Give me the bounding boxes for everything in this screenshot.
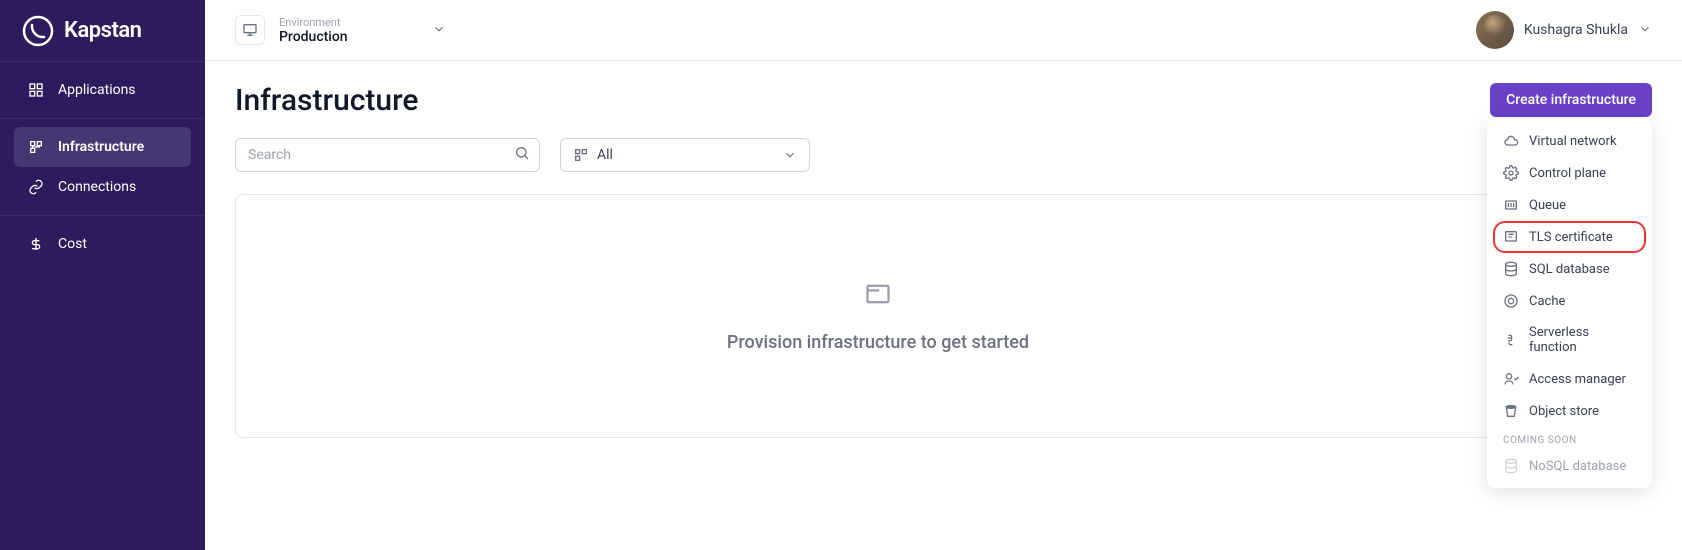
chevron-down-icon xyxy=(783,148,797,162)
dropdown-item-access-manager[interactable]: Access manager xyxy=(1493,363,1646,395)
sidebar-item-label: Connections xyxy=(58,179,136,195)
sidebar-item-cost[interactable]: Cost xyxy=(14,224,191,264)
environment-label: Environment xyxy=(279,16,348,29)
dropdown-item-label: SQL database xyxy=(1529,262,1610,277)
dropdown-item-label: Access manager xyxy=(1529,372,1626,387)
dropdown-item-virtual-network[interactable]: Virtual network xyxy=(1493,125,1646,157)
database-icon xyxy=(1503,261,1519,277)
search-wrapper xyxy=(235,138,540,172)
topbar: Environment Production Kushagra Shukla xyxy=(205,0,1682,61)
dropdown-item-label: Cache xyxy=(1529,294,1565,309)
user-check-icon xyxy=(1503,371,1519,387)
certificate-icon xyxy=(1503,229,1519,245)
cache-icon xyxy=(1503,293,1519,309)
function-icon xyxy=(1503,332,1519,348)
logo-icon xyxy=(22,15,54,47)
chevron-down-icon xyxy=(432,21,446,40)
infrastructure-icon xyxy=(28,139,44,155)
search-input[interactable] xyxy=(235,138,540,172)
dropdown-item-label: NoSQL database xyxy=(1529,459,1626,474)
dropdown-item-sql-database[interactable]: SQL database xyxy=(1493,253,1646,285)
dropdown-item-control-plane[interactable]: Control plane xyxy=(1493,157,1646,189)
sidebar-item-connections[interactable]: Connections xyxy=(14,167,191,207)
dropdown-item-queue[interactable]: Queue xyxy=(1493,189,1646,221)
avatar xyxy=(1476,11,1514,49)
dropdown-item-nosql-database: NoSQL database xyxy=(1493,450,1646,482)
content-area: Infrastructure Create infrastructure Vir… xyxy=(205,61,1682,550)
dropdown-item-serverless-function[interactable]: Serverless function xyxy=(1493,317,1646,363)
grid-icon xyxy=(28,82,44,98)
empty-state-message: Provision infrastructure to get started xyxy=(727,332,1029,353)
link-icon xyxy=(28,179,44,195)
brand-logo[interactable]: Kapstan xyxy=(0,0,205,61)
infrastructure-icon xyxy=(573,147,589,163)
cloud-icon xyxy=(1503,133,1519,149)
dropdown-item-object-store[interactable]: Object store xyxy=(1493,395,1646,427)
page-title: Infrastructure xyxy=(235,83,1652,118)
dropdown-section-header: COMING SOON xyxy=(1493,427,1646,450)
sidebar-item-infrastructure[interactable]: Infrastructure xyxy=(14,127,191,167)
database-icon xyxy=(1503,458,1519,474)
dropdown-item-label: Virtual network xyxy=(1529,134,1617,149)
controls-row: All xyxy=(235,138,1652,172)
sidebar: Kapstan Applications Infrastructure Conn… xyxy=(0,0,205,550)
filter-select[interactable]: All xyxy=(560,138,810,172)
dropdown-item-tls-certificate[interactable]: TLS certificate xyxy=(1493,221,1646,253)
filter-value: All xyxy=(597,147,613,163)
dropdown-item-cache[interactable]: Cache xyxy=(1493,285,1646,317)
dropdown-item-label: Object store xyxy=(1529,404,1599,419)
create-infrastructure-button[interactable]: Create infrastructure xyxy=(1490,83,1652,117)
sidebar-item-label: Infrastructure xyxy=(58,139,144,155)
monitor-icon xyxy=(235,15,265,45)
sidebar-item-label: Cost xyxy=(58,236,87,252)
sidebar-item-label: Applications xyxy=(58,82,136,98)
logo-text: Kapstan xyxy=(64,18,141,43)
dropdown-item-label: Serverless function xyxy=(1529,325,1636,355)
bucket-icon xyxy=(1503,403,1519,419)
sidebar-item-applications[interactable]: Applications xyxy=(14,70,191,110)
gear-icon xyxy=(1503,165,1519,181)
environment-value: Production xyxy=(279,29,348,45)
main-content: Environment Production Kushagra Shukla I… xyxy=(205,0,1682,550)
dropdown-item-label: Queue xyxy=(1529,198,1566,213)
queue-icon xyxy=(1503,197,1519,213)
create-infrastructure-dropdown: Virtual network Control plane Queue TLS … xyxy=(1487,119,1652,488)
environment-selector[interactable]: Environment Production xyxy=(235,15,446,45)
tab-icon xyxy=(864,280,892,312)
chevron-down-icon xyxy=(1638,21,1652,40)
empty-state-card: Provision infrastructure to get started xyxy=(235,194,1521,438)
user-name: Kushagra Shukla xyxy=(1524,22,1628,38)
dropdown-item-label: Control plane xyxy=(1529,166,1606,181)
dollar-icon xyxy=(28,236,44,252)
dropdown-item-label: TLS certificate xyxy=(1529,230,1613,245)
user-menu[interactable]: Kushagra Shukla xyxy=(1476,11,1652,49)
